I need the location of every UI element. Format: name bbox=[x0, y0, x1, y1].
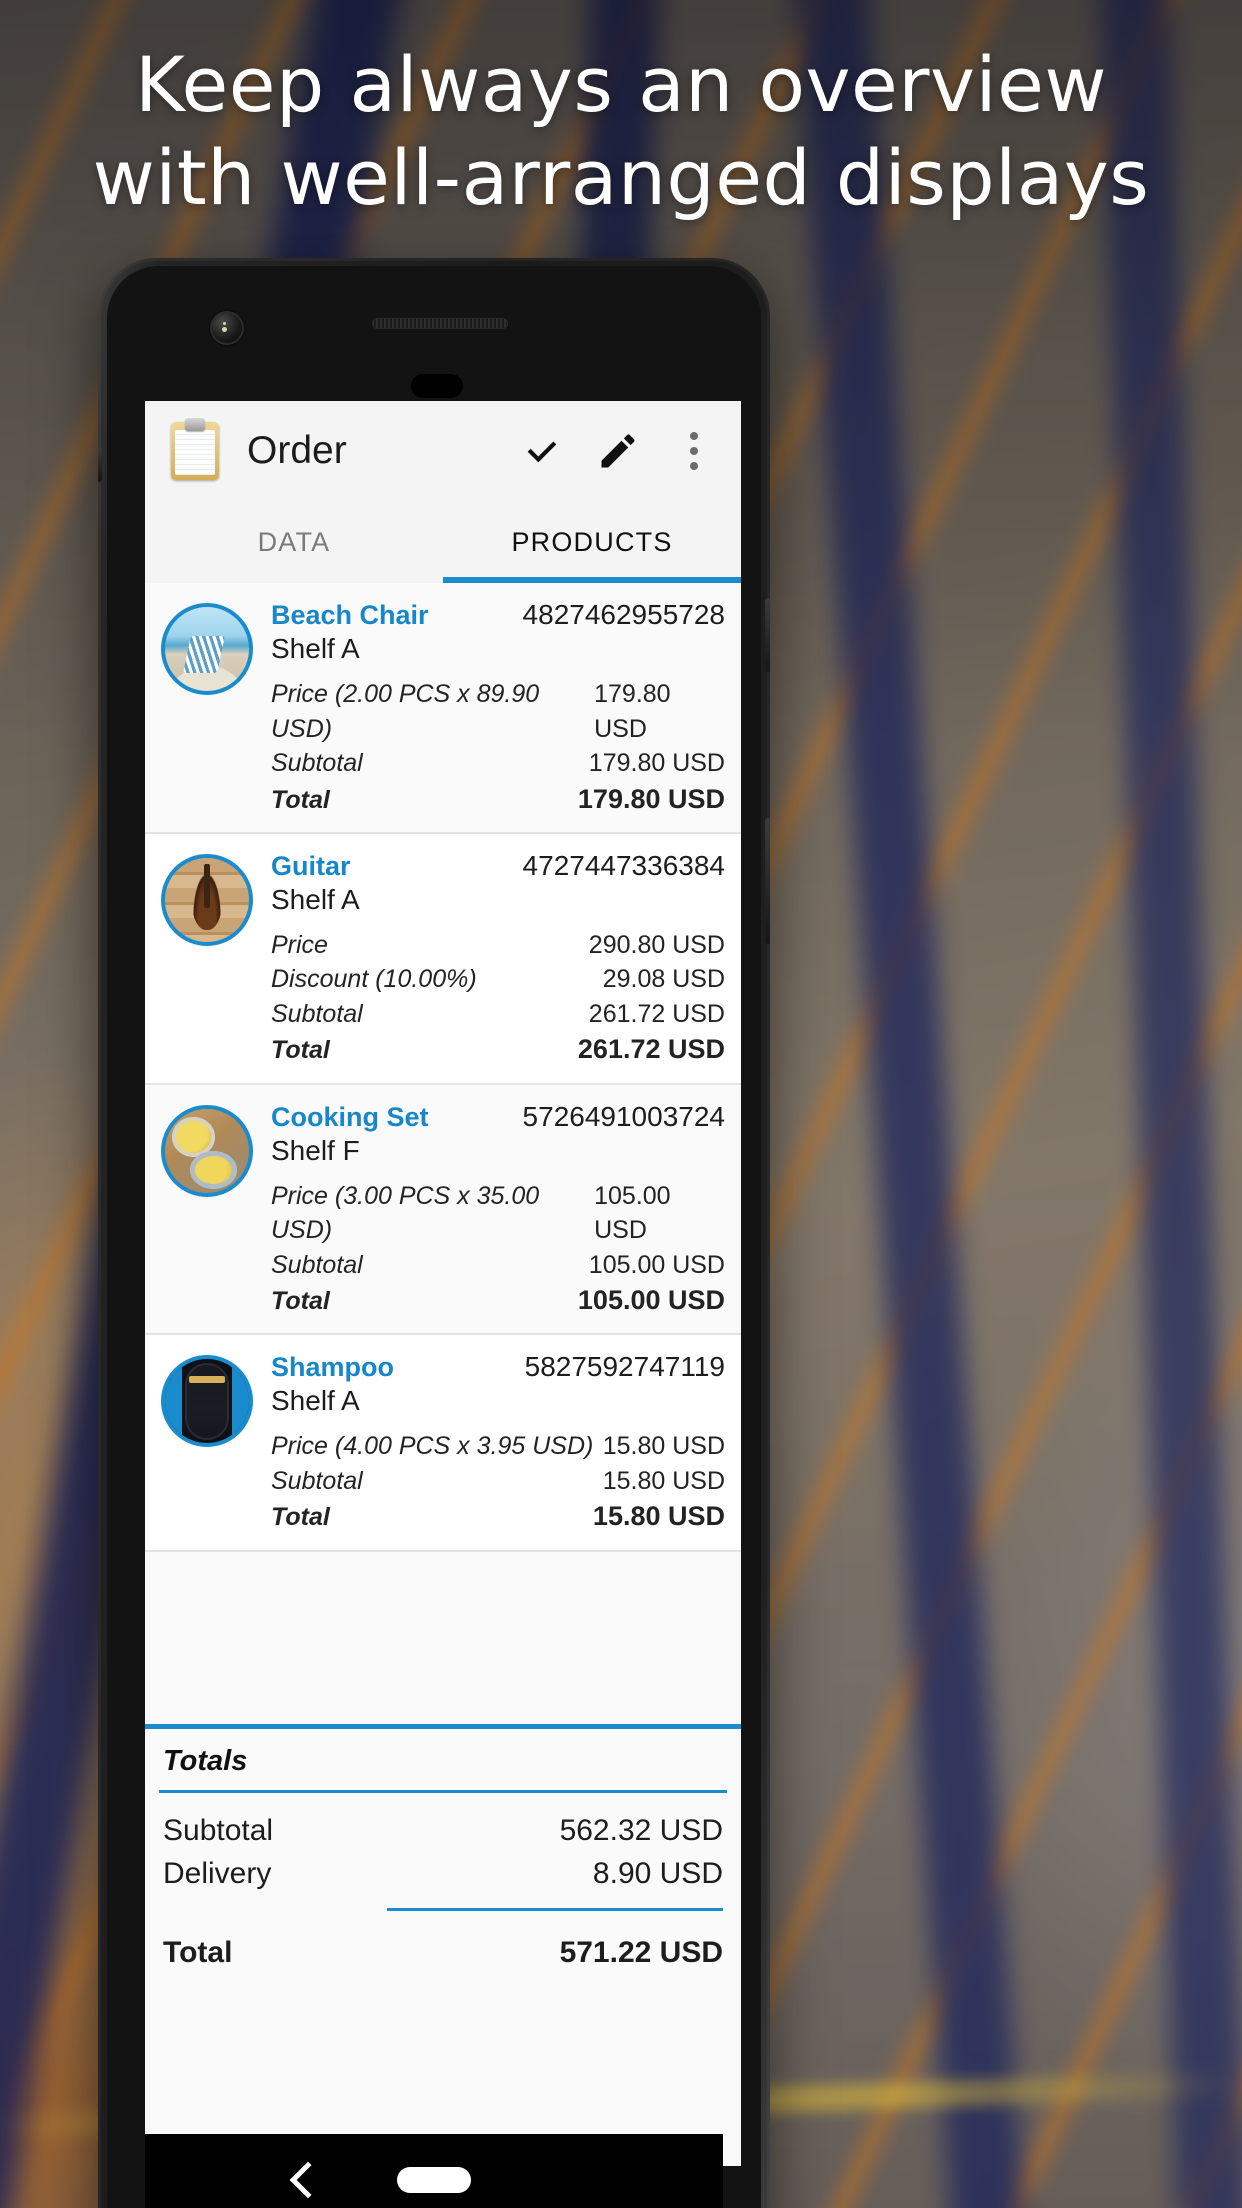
line-label: Subtotal bbox=[271, 1250, 363, 1279]
product-thumbnail bbox=[161, 1355, 253, 1448]
page-title: Order bbox=[247, 429, 347, 472]
totals-row-delivery: Delivery 8.90 USD bbox=[163, 1852, 723, 1896]
line-label: Subtotal bbox=[271, 999, 363, 1028]
totals-heading: Totals bbox=[163, 1744, 248, 1777]
sensor-cutout bbox=[411, 374, 463, 398]
line-label: Total bbox=[271, 785, 330, 814]
table-row[interactable]: Beach Chair 4827462955728 Shelf A Price … bbox=[145, 583, 741, 834]
tab-products[interactable]: PRODUCTS bbox=[443, 501, 741, 583]
product-thumbnail bbox=[161, 603, 253, 695]
line-value: 179.80 USD bbox=[588, 749, 725, 777]
product-name: Cooking Set bbox=[271, 1101, 429, 1132]
product-list: Beach Chair 4827462955728 Shelf A Price … bbox=[145, 583, 741, 1724]
back-icon[interactable] bbox=[289, 2161, 327, 2199]
line-label: Discount (10.00%) bbox=[271, 965, 477, 994]
pencil-icon[interactable] bbox=[595, 428, 641, 474]
totals-label: Subtotal bbox=[163, 1813, 274, 1847]
product-code: 5726491003724 bbox=[522, 1100, 725, 1132]
table-row[interactable]: Shampoo 5827592747119 Shelf A Price (4.0… bbox=[145, 1335, 741, 1552]
phone-screen: Order DATA PRODUCTS Beach Chair 48274629… bbox=[145, 401, 741, 2166]
tab-indicator bbox=[443, 577, 741, 583]
table-row[interactable]: Guitar 4727447336384 Shelf A Price 290.80… bbox=[145, 833, 741, 1085]
volume-button bbox=[765, 598, 770, 672]
product-shelf: Shelf F bbox=[271, 1134, 360, 1166]
line-value: 15.80 USD bbox=[602, 1432, 725, 1461]
phone-body: Order DATA PRODUCTS Beach Chair 48274629… bbox=[107, 266, 761, 2208]
promo-headline: Keep always an overview with well-arrang… bbox=[0, 38, 1242, 225]
product-code: 5827592747119 bbox=[524, 1351, 725, 1383]
line-value: 179.80 USD bbox=[577, 783, 725, 814]
product-shelf: Shelf A bbox=[271, 1385, 360, 1417]
line-value: 15.80 USD bbox=[602, 1466, 725, 1495]
totals-row-subtotal: Subtotal 562.32 USD bbox=[163, 1809, 723, 1853]
line-label: Price (2.00 PCS x 89.90 USD) bbox=[271, 680, 540, 743]
line-value: 179.80 USD bbox=[594, 680, 671, 743]
product-thumbnail bbox=[161, 853, 253, 946]
table-row[interactable]: Cooking Set 5726491003724 Shelf F Price … bbox=[145, 1085, 741, 1336]
product-code: 4827462955728 bbox=[522, 599, 725, 630]
totals-value: 562.32 USD bbox=[559, 1813, 723, 1847]
product-shelf: Shelf A bbox=[271, 883, 360, 915]
product-thumbnail bbox=[161, 1104, 253, 1197]
line-value: 15.80 USD bbox=[592, 1501, 725, 1532]
totals-value: 8.90 USD bbox=[592, 1857, 723, 1890]
line-value: 29.08 USD bbox=[602, 965, 725, 994]
line-label: Subtotal bbox=[271, 1466, 363, 1495]
line-label: Total bbox=[271, 1287, 330, 1315]
line-value: 261.72 USD bbox=[577, 1034, 725, 1065]
headline-line-1: Keep always an overview bbox=[134, 40, 1107, 129]
line-label: Total bbox=[271, 1503, 330, 1532]
totals-label: Total bbox=[163, 1935, 233, 1969]
app-toolbar: Order bbox=[145, 401, 741, 501]
line-label: Subtotal bbox=[271, 749, 363, 777]
product-code: 4727447336384 bbox=[522, 849, 725, 881]
line-value: 105.00 USD bbox=[594, 1181, 671, 1245]
earpiece-speaker bbox=[372, 318, 508, 329]
list-empty-area bbox=[145, 1551, 741, 1724]
phone-mockup: Order DATA PRODUCTS Beach Chair 48274629… bbox=[98, 258, 770, 2208]
line-value: 105.00 USD bbox=[577, 1285, 725, 1315]
tab-data[interactable]: DATA bbox=[145, 501, 443, 583]
totals-row-grand: Total 571.22 USD bbox=[163, 1931, 723, 1991]
line-label: Price (4.00 PCS x 3.95 USD) bbox=[271, 1432, 594, 1461]
totals-label: Delivery bbox=[163, 1857, 272, 1890]
overflow-menu-icon[interactable] bbox=[671, 428, 717, 474]
product-shelf: Shelf A bbox=[271, 633, 360, 664]
power-button bbox=[765, 818, 770, 944]
clipboard-icon bbox=[171, 418, 219, 480]
line-value: 261.72 USD bbox=[588, 999, 725, 1028]
totals-value: 571.22 USD bbox=[559, 1935, 723, 1969]
product-name: Shampoo bbox=[271, 1352, 395, 1383]
totals-panel: Totals Subtotal 562.32 USD Delivery 8.90… bbox=[145, 1723, 741, 1991]
tab-bar: DATA PRODUCTS bbox=[145, 501, 741, 583]
line-value: 290.80 USD bbox=[588, 930, 725, 959]
line-label: Total bbox=[271, 1036, 330, 1065]
line-label: Price bbox=[271, 930, 328, 959]
side-button-left bbox=[98, 448, 102, 482]
home-pill-icon[interactable] bbox=[397, 2167, 471, 2193]
headline-line-2: with well-arranged displays bbox=[92, 133, 1150, 223]
line-value: 105.00 USD bbox=[588, 1250, 725, 1279]
product-name: Beach Chair bbox=[271, 600, 429, 630]
front-camera-icon bbox=[210, 311, 244, 345]
android-nav-bar bbox=[145, 2134, 723, 2208]
toolbar-actions bbox=[519, 428, 723, 474]
product-name: Guitar bbox=[271, 850, 351, 881]
grand-total-divider bbox=[387, 1907, 723, 1911]
line-label: Price (3.00 PCS x 35.00 USD) bbox=[271, 1181, 540, 1245]
check-icon[interactable] bbox=[519, 428, 565, 474]
